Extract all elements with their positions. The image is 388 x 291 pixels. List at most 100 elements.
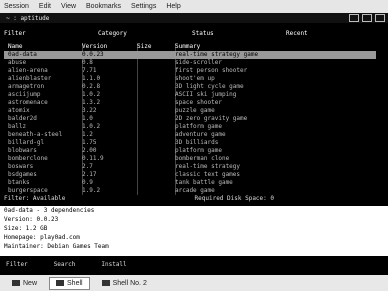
table-row[interactable]: asciijump 1.0.2 ASCII ski jumping bbox=[4, 91, 376, 99]
tab-label: Shell No. 2 bbox=[112, 279, 147, 287]
menu-view[interactable]: View bbox=[61, 3, 76, 10]
row-name: alien-arena bbox=[8, 67, 48, 74]
table-row[interactable]: blobwars 2.00 platform game bbox=[4, 147, 376, 155]
row-size bbox=[137, 99, 175, 107]
row-summary: classic text games bbox=[175, 171, 241, 178]
header-summary[interactable]: Summary bbox=[175, 43, 376, 51]
table-row[interactable]: balder2d 1.0 2D zero gravity game bbox=[4, 115, 376, 123]
statusbar-item[interactable]: Install bbox=[101, 261, 126, 268]
table-header: Name Version Size Summary bbox=[4, 43, 376, 51]
detail-line: Homepage: play0ad.com bbox=[4, 234, 80, 241]
row-name: btanks bbox=[8, 179, 30, 186]
row-summary: puzzle game bbox=[175, 107, 215, 114]
tab-new[interactable]: New bbox=[6, 278, 43, 289]
menu-bookmarks[interactable]: Bookmarks bbox=[86, 3, 121, 10]
row-size bbox=[137, 147, 175, 155]
row-version: 7.71 bbox=[82, 67, 97, 74]
row-version: 1.1.0 bbox=[82, 75, 101, 82]
table-row[interactable]: beneath-a-steel 1.2 adventure game bbox=[4, 131, 376, 139]
table-row[interactable]: alienblaster 1.1.0 shoot'em up bbox=[4, 75, 376, 83]
table-row[interactable]: ballz 1.0.2 platform game bbox=[4, 123, 376, 131]
row-version: 1.0.2 bbox=[82, 123, 101, 130]
table-row[interactable]: abuse 0.8 side-scroller bbox=[4, 59, 376, 67]
row-summary: 2D zero gravity game bbox=[175, 115, 248, 122]
menu-help[interactable]: Help bbox=[166, 3, 180, 10]
table-row[interactable]: armagetron 0.2.8 3D light cycle game bbox=[4, 83, 376, 91]
row-size bbox=[137, 75, 175, 83]
statusbar-item[interactable]: Search bbox=[54, 261, 76, 268]
tab-label: New bbox=[23, 279, 38, 287]
filter-tab-4[interactable]: Recent bbox=[286, 30, 380, 39]
row-name: bsdgames bbox=[8, 171, 37, 178]
row-summary: platform game bbox=[175, 147, 222, 154]
row-summary: tank battle game bbox=[175, 179, 233, 186]
row-summary: adventure game bbox=[175, 131, 226, 138]
row-name: asciijump bbox=[8, 91, 41, 98]
maximize-icon[interactable] bbox=[362, 14, 372, 22]
table-row[interactable]: 0ad-data 0.0.23 real-time strategy game bbox=[4, 51, 376, 59]
tab-shell-2[interactable]: Shell No. 2 bbox=[96, 278, 153, 289]
filter-tab-2[interactable]: Category bbox=[98, 30, 192, 39]
row-size bbox=[137, 123, 175, 131]
filter-tab-3[interactable]: Status bbox=[192, 30, 286, 39]
detail-line: Size: 1.2 GB bbox=[4, 225, 48, 232]
row-version: 2.00 bbox=[82, 147, 97, 154]
row-summary: 3D light cycle game bbox=[175, 83, 244, 90]
tab-shell[interactable]: Shell bbox=[49, 276, 90, 290]
menu-edit[interactable]: Edit bbox=[39, 3, 51, 10]
row-version: 1.2 bbox=[82, 131, 93, 138]
row-version: 1.9.2 bbox=[82, 187, 101, 194]
bottom-status-bar: Filter Search Install bbox=[0, 257, 388, 271]
row-name: abuse bbox=[8, 59, 27, 66]
table-row[interactable]: billard-gl 1.75 3D billiards bbox=[4, 139, 376, 147]
row-size bbox=[137, 155, 175, 163]
row-size bbox=[137, 115, 175, 123]
menu-settings[interactable]: Settings bbox=[131, 3, 156, 10]
row-size bbox=[137, 163, 175, 171]
table-row[interactable]: bomberclone 0.11.9 bomberman clone bbox=[4, 155, 376, 163]
detail-line: Maintainer: Debian Games Team bbox=[4, 243, 109, 250]
filter-status: Filter: Available bbox=[4, 195, 66, 202]
row-size bbox=[137, 91, 175, 99]
row-summary: real-time strategy game bbox=[175, 51, 259, 58]
row-name: balder2d bbox=[8, 115, 37, 122]
row-version: 2.7 bbox=[82, 163, 93, 170]
row-size bbox=[137, 59, 175, 67]
row-name: astromenace bbox=[8, 99, 48, 106]
table-row[interactable]: atomix 3.22 puzzle game bbox=[4, 107, 376, 115]
table-row[interactable]: boswars 2.7 real-time strategy bbox=[4, 163, 376, 171]
row-name: 0ad-data bbox=[8, 51, 37, 58]
row-name: alienblaster bbox=[8, 75, 52, 82]
menu-session[interactable]: Session bbox=[4, 3, 29, 10]
table-row[interactable]: astromenace 1.3.2 space shooter bbox=[4, 99, 376, 107]
row-summary: platform game bbox=[175, 123, 222, 130]
row-name: blobwars bbox=[8, 147, 37, 154]
table-row[interactable]: alien-arena 7.71 first person shooter bbox=[4, 67, 376, 75]
row-summary: shoot'em up bbox=[175, 75, 215, 82]
header-version[interactable]: Version bbox=[82, 43, 137, 51]
row-name: burgerspace bbox=[8, 187, 48, 194]
row-version: 1.3.2 bbox=[82, 99, 101, 106]
table-row[interactable]: bsdgames 2.17 classic text games bbox=[4, 171, 376, 179]
row-size bbox=[137, 139, 175, 147]
filter-tab-1[interactable]: Filter bbox=[4, 30, 98, 39]
header-size[interactable]: Size bbox=[137, 43, 175, 51]
new-tab-icon bbox=[12, 280, 20, 286]
minimize-icon[interactable] bbox=[349, 14, 359, 22]
terminal-icon bbox=[101, 280, 110, 286]
row-name: bomberclone bbox=[8, 155, 48, 162]
row-version: 3.22 bbox=[82, 107, 97, 114]
table-row[interactable]: burgerspace 1.9.2 arcade game bbox=[4, 187, 376, 195]
row-name: billard-gl bbox=[8, 139, 45, 146]
row-version: 1.0 bbox=[82, 115, 93, 122]
filter-bar: Filter Category Status Recent bbox=[4, 30, 380, 39]
statusbar-item[interactable]: Filter bbox=[6, 261, 28, 268]
row-size bbox=[137, 187, 175, 195]
row-size bbox=[137, 171, 175, 179]
header-name[interactable]: Name bbox=[4, 43, 82, 51]
table-row[interactable]: btanks 0.9 tank battle game bbox=[4, 179, 376, 187]
row-summary: space shooter bbox=[175, 99, 222, 106]
close-icon[interactable] bbox=[375, 14, 385, 22]
menu-bar: Session Edit View Bookmarks Settings Hel… bbox=[0, 0, 388, 13]
row-size bbox=[137, 179, 175, 187]
